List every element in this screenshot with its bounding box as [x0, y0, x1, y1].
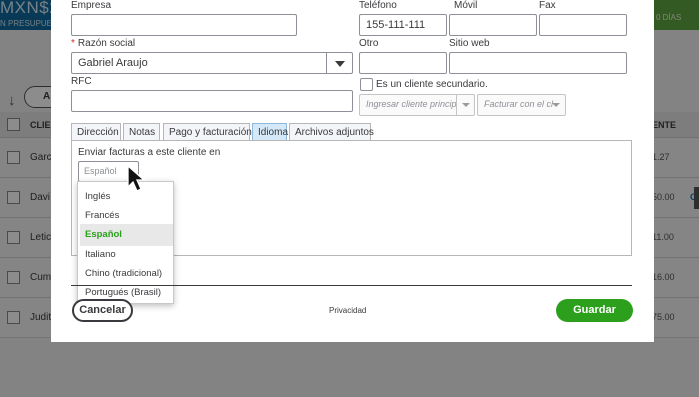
movil-label: Móvil [454, 0, 478, 11]
chevron-down-icon[interactable] [326, 53, 352, 73]
fax-field[interactable] [539, 14, 627, 36]
sitio-web-field[interactable] [449, 52, 627, 74]
facturar-con-placeholder: Facturar con el cl [484, 99, 554, 109]
cancel-button[interactable]: Cancelar [72, 299, 133, 322]
customer-modal: Empresa Teléfono Móvil Fax 155-111-111 *… [51, 0, 654, 342]
tab-notas[interactable]: Notas [123, 123, 160, 141]
fax-label: Fax [539, 0, 556, 11]
privacy-link[interactable]: Privacidad [329, 306, 366, 315]
language-select-value: Español [84, 166, 117, 176]
movil-field[interactable] [449, 14, 537, 36]
cliente-secundario-label: Es un cliente secundario. [376, 79, 488, 90]
razon-social-label: * Razón social [71, 38, 135, 49]
telefono-label: Teléfono [359, 0, 397, 11]
tab-pago-facturacion[interactable]: Pago y facturación [163, 123, 252, 141]
facturar-con-select[interactable]: Facturar con el cl [477, 94, 566, 116]
language-option-espanol[interactable]: Español [80, 224, 173, 246]
tab-idioma[interactable]: Idioma [252, 123, 288, 141]
tab-archivos-adjuntos[interactable]: Archivos adjuntos [289, 123, 374, 141]
razon-social-value: Gabriel Araujo [78, 57, 148, 69]
save-button[interactable]: Guardar [556, 299, 633, 322]
cliente-principal-placeholder: Ingresar cliente princip [366, 99, 457, 109]
razon-social-label-text: Razón social [77, 38, 136, 49]
empresa-label: Empresa [71, 0, 112, 11]
cliente-principal-select[interactable]: Ingresar cliente princip [359, 94, 475, 116]
required-asterisk: * [71, 38, 75, 49]
chevron-down-icon[interactable] [456, 95, 474, 115]
mouse-pointer-icon [127, 165, 146, 192]
telefono-field[interactable]: 155-111-111 [359, 14, 447, 36]
tab-direccion[interactable]: Dirección [71, 123, 121, 141]
empresa-field[interactable] [71, 14, 297, 36]
rfc-field[interactable] [71, 90, 353, 112]
cliente-secundario-checkbox[interactable] [360, 78, 373, 91]
language-label: Enviar facturas a este cliente en [78, 147, 221, 158]
rfc-label: RFC [71, 76, 92, 87]
razon-social-select[interactable]: Gabriel Araujo [71, 52, 353, 74]
otro-field[interactable] [359, 52, 447, 74]
otro-label: Otro [359, 38, 379, 49]
footer-divider [71, 285, 632, 286]
sitio-web-label: Sitio web [449, 38, 490, 49]
chevron-down-icon[interactable] [547, 95, 565, 115]
